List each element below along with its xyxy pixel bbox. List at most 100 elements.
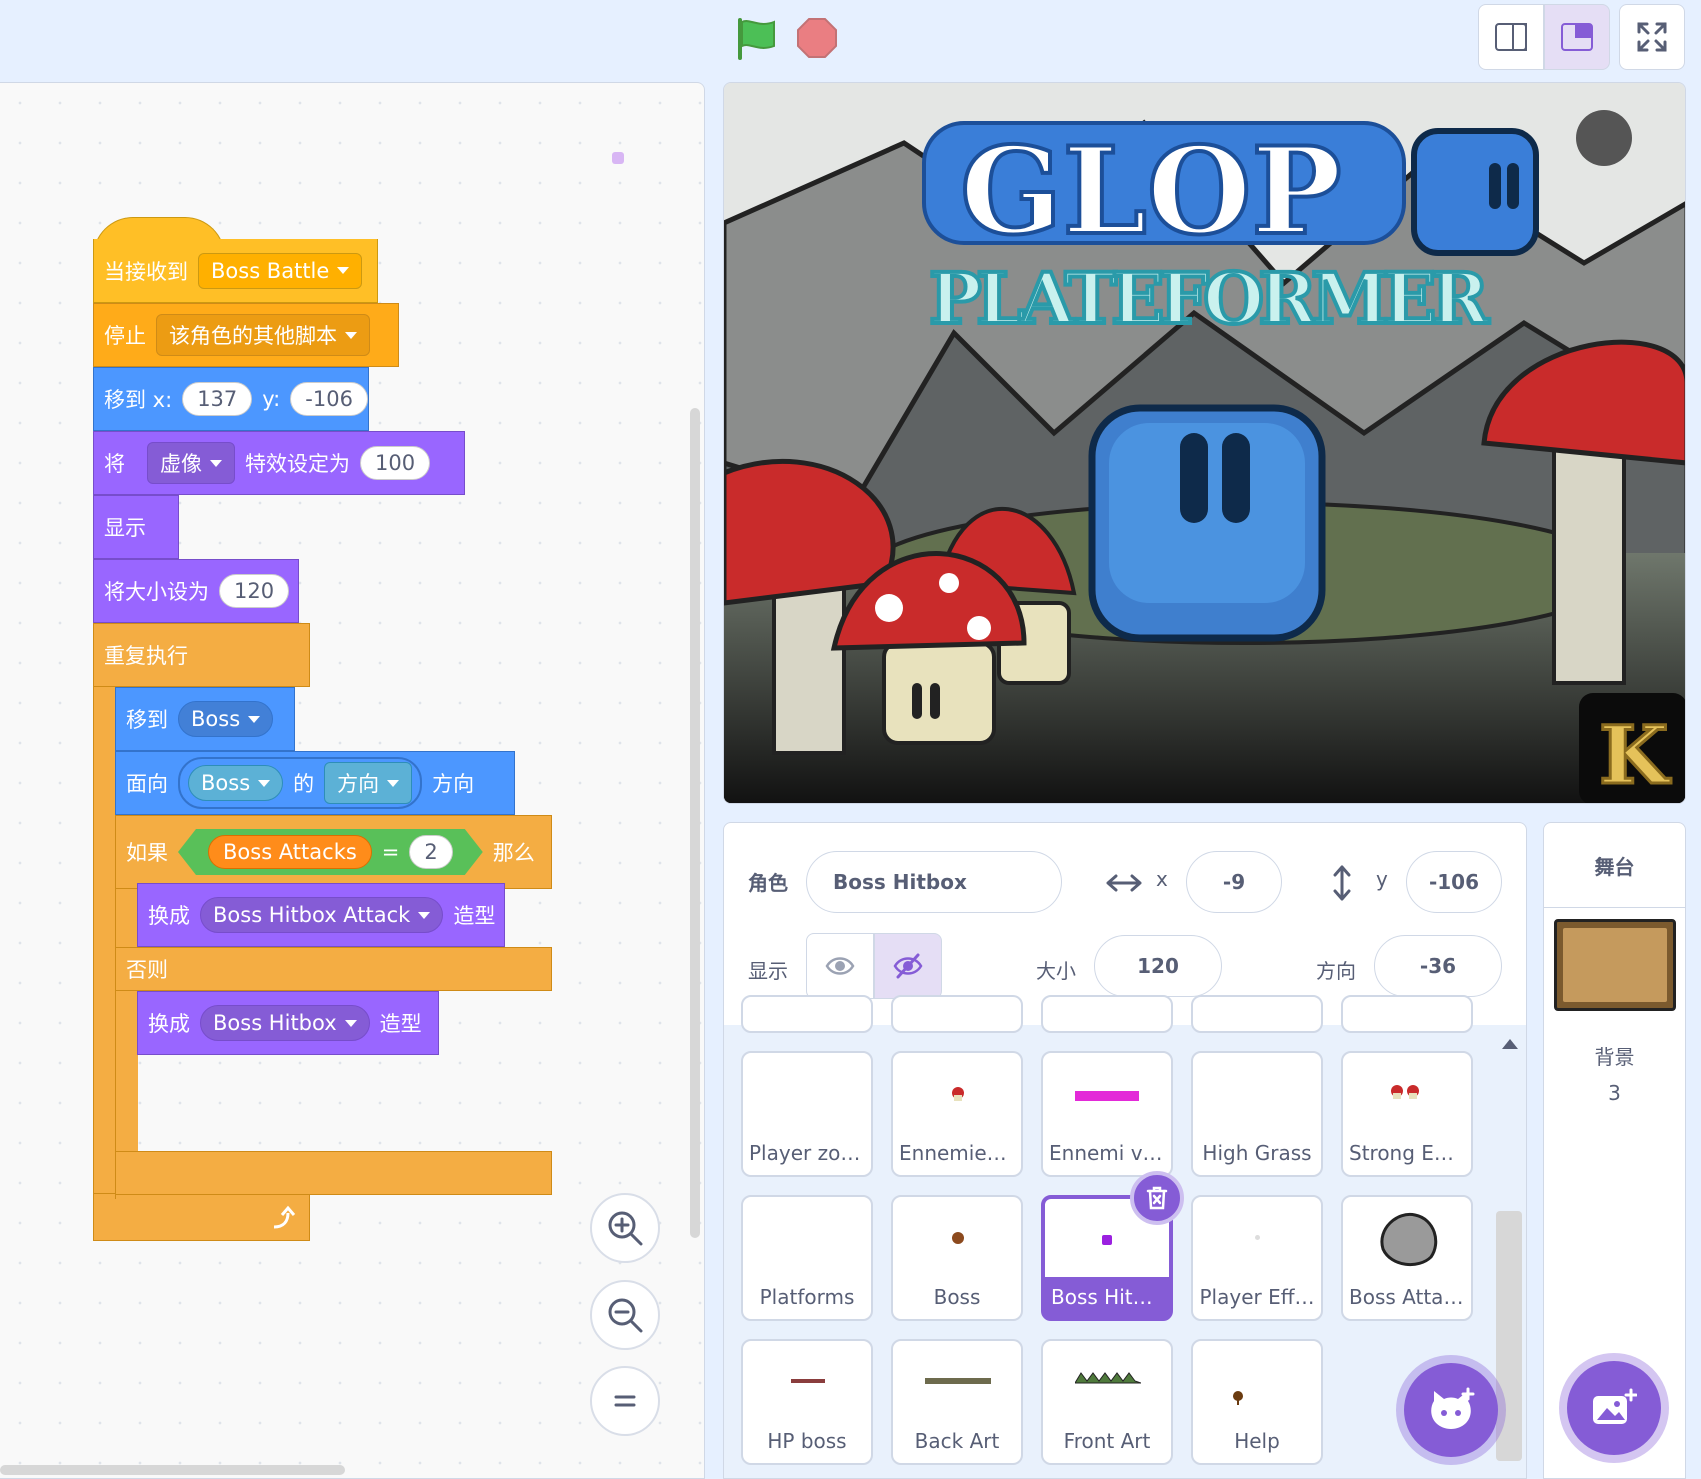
stop-block[interactable]: 停止 该角色的其他脚本 (93, 303, 399, 367)
sprite-tile[interactable]: Platforms (741, 1195, 873, 1321)
svg-text:K: K (1599, 708, 1671, 802)
direction-label: 方向 (1316, 959, 1356, 983)
small-stage-icon (1495, 23, 1527, 51)
direction-input[interactable]: -36 (1374, 935, 1502, 997)
point-direction-block[interactable]: 面向 Boss 的 方向 方向 (115, 751, 515, 815)
equals-value-input[interactable]: 2 (409, 835, 452, 869)
sprite-tile[interactable]: Front Art (1041, 1339, 1173, 1465)
sprite-name-input[interactable]: Boss Hitbox (806, 851, 1062, 913)
size-label: 大小 (1036, 959, 1076, 983)
goto-xy-block[interactable]: 移到 x: 137 y: -106 (93, 367, 369, 431)
zoom-reset-button[interactable] (590, 1366, 660, 1436)
sprite-thumbnail (1255, 1235, 1260, 1240)
effect-value-input[interactable]: 100 (360, 446, 431, 480)
sprite-tile[interactable]: Player zone (741, 1051, 873, 1177)
effect-dropdown[interactable]: 虚像 (147, 442, 235, 484)
goto-sprite-block[interactable]: 移到 Boss (115, 687, 295, 751)
sprite-label: 角色 (748, 871, 788, 895)
sensing-of-reporter[interactable]: Boss 的 方向 (178, 757, 423, 809)
fullscreen-button[interactable] (1619, 4, 1685, 70)
if-bottom (115, 1151, 552, 1195)
sprite-list-scrollbar[interactable] (1496, 1211, 1522, 1461)
sprite-tile-partial[interactable] (741, 995, 873, 1033)
horizontal-scrollbar[interactable] (0, 1465, 345, 1475)
delete-sprite-button[interactable] (1130, 1171, 1184, 1225)
sprite-tile[interactable]: Player Eff… (1191, 1195, 1323, 1321)
costume-dropdown-2[interactable]: Boss Hitbox (200, 1005, 370, 1041)
of-target-dropdown[interactable]: Boss (188, 765, 284, 801)
stage-title-line2: PLATEFORMER (929, 257, 1490, 340)
sprite-tile[interactable]: Help (1191, 1339, 1323, 1465)
show-sprite-button[interactable] (806, 933, 874, 999)
switch1-text: 换成 (148, 904, 190, 928)
stage-target-panel[interactable]: 舞台 背景 3 (1543, 822, 1686, 1479)
message-dropdown[interactable]: Boss Battle (198, 252, 363, 289)
sprite-tile[interactable]: High Grass (1191, 1051, 1323, 1177)
sprite-name: HP boss (767, 1429, 847, 1453)
zoom-in-button[interactable] (590, 1193, 660, 1263)
costume-dropdown-1[interactable]: Boss Hitbox Attack (200, 897, 444, 933)
trash-icon (1146, 1186, 1168, 1210)
zoom-reset-icon (614, 1395, 636, 1407)
effect-name: 虚像 (160, 452, 202, 476)
normal-stage-button[interactable] (1544, 4, 1610, 70)
hide-sprite-button[interactable] (874, 933, 942, 999)
goto-y-text: y: (262, 387, 281, 411)
sprite-tile[interactable]: Boss (891, 1195, 1023, 1321)
sprite-tile[interactable]: Ennemies 2 (891, 1051, 1023, 1177)
goto-y-input[interactable]: -106 (290, 382, 368, 416)
sprite-tile[interactable]: Ennemi vi… (1041, 1051, 1173, 1177)
sprite-tile-partial[interactable] (1341, 995, 1473, 1033)
sprite-thumbnail (952, 1087, 964, 1101)
y-position-input[interactable]: -106 (1406, 851, 1502, 913)
switch-costume-block-2[interactable]: 换成 Boss Hitbox 造型 (137, 991, 439, 1055)
loop-arrow-icon (273, 1205, 296, 1229)
sprite-tile[interactable]: HP boss (741, 1339, 873, 1465)
scroll-up-icon[interactable] (1502, 1039, 1518, 1049)
stage-canvas[interactable]: GLOP PLATEFORMER K (723, 82, 1686, 804)
forever-text: 重复执行 (104, 644, 188, 668)
sprite-tile[interactable]: Strong En… (1341, 1051, 1473, 1177)
stop-icon[interactable] (796, 17, 838, 59)
sprite-name: Help (1234, 1429, 1280, 1453)
sprite-tile[interactable]: Back Art (891, 1339, 1023, 1465)
green-flag-icon[interactable] (734, 16, 778, 60)
eye-icon (825, 957, 855, 975)
zoom-out-button[interactable] (590, 1280, 660, 1350)
vertical-scrollbar[interactable] (690, 408, 700, 1238)
size-input[interactable]: 120 (1094, 935, 1222, 997)
add-backdrop-button[interactable] (1567, 1361, 1661, 1455)
goto-target-dropdown[interactable]: Boss (178, 701, 274, 737)
variable-reporter[interactable]: Boss Attacks (208, 835, 372, 869)
stop-text: 停止 (104, 324, 146, 348)
when-i-receive-block[interactable]: 当接收到 Boss Battle (93, 239, 378, 303)
switch1-post-text: 造型 (453, 904, 496, 928)
x-position-input[interactable]: -9 (1186, 851, 1282, 913)
of-property-dropdown[interactable]: 方向 (324, 762, 413, 804)
goto-x-input[interactable]: 137 (182, 382, 253, 416)
show-block[interactable]: 显示 (93, 495, 179, 559)
stop-option-dropdown[interactable]: 该角色的其他脚本 (156, 314, 370, 356)
sprite-name: Front Art (1063, 1429, 1151, 1453)
sprite-tile-partial[interactable] (1041, 995, 1173, 1033)
equals-operator[interactable]: Boss Attacks = 2 (178, 829, 483, 875)
sprite-tile[interactable]: Boss Attack (1341, 1195, 1473, 1321)
sprite-tile-partial[interactable] (1191, 995, 1323, 1033)
if-else-block[interactable]: 如果 Boss Attacks = 2 那么 (115, 815, 552, 889)
size-value-input[interactable]: 120 (219, 574, 290, 608)
message-name: Boss Battle (211, 258, 330, 283)
code-area[interactable]: 当接收到 Boss Battle 停止 该角色的其他脚本 移到 x: 137 y… (0, 82, 705, 1479)
switch2-text: 换成 (148, 1012, 190, 1036)
set-effect-block[interactable]: 将 虚像 特效设定为 100 (93, 431, 465, 495)
forever-block[interactable]: 重复执行 (93, 623, 310, 687)
sprite-tile-partial[interactable] (891, 995, 1023, 1033)
set-size-block[interactable]: 将大小设为 120 (93, 559, 299, 623)
small-stage-button[interactable] (1478, 4, 1544, 70)
costume-name-2: Boss Hitbox (213, 1011, 337, 1035)
switch-costume-block-1[interactable]: 换成 Boss Hitbox Attack 造型 (137, 883, 505, 947)
add-sprite-button[interactable] (1404, 1363, 1498, 1457)
set-size-text: 将大小设为 (104, 580, 209, 604)
goto-target: Boss (191, 707, 241, 731)
y-label: y (1376, 867, 1388, 891)
zoom-in-icon (608, 1211, 643, 1246)
